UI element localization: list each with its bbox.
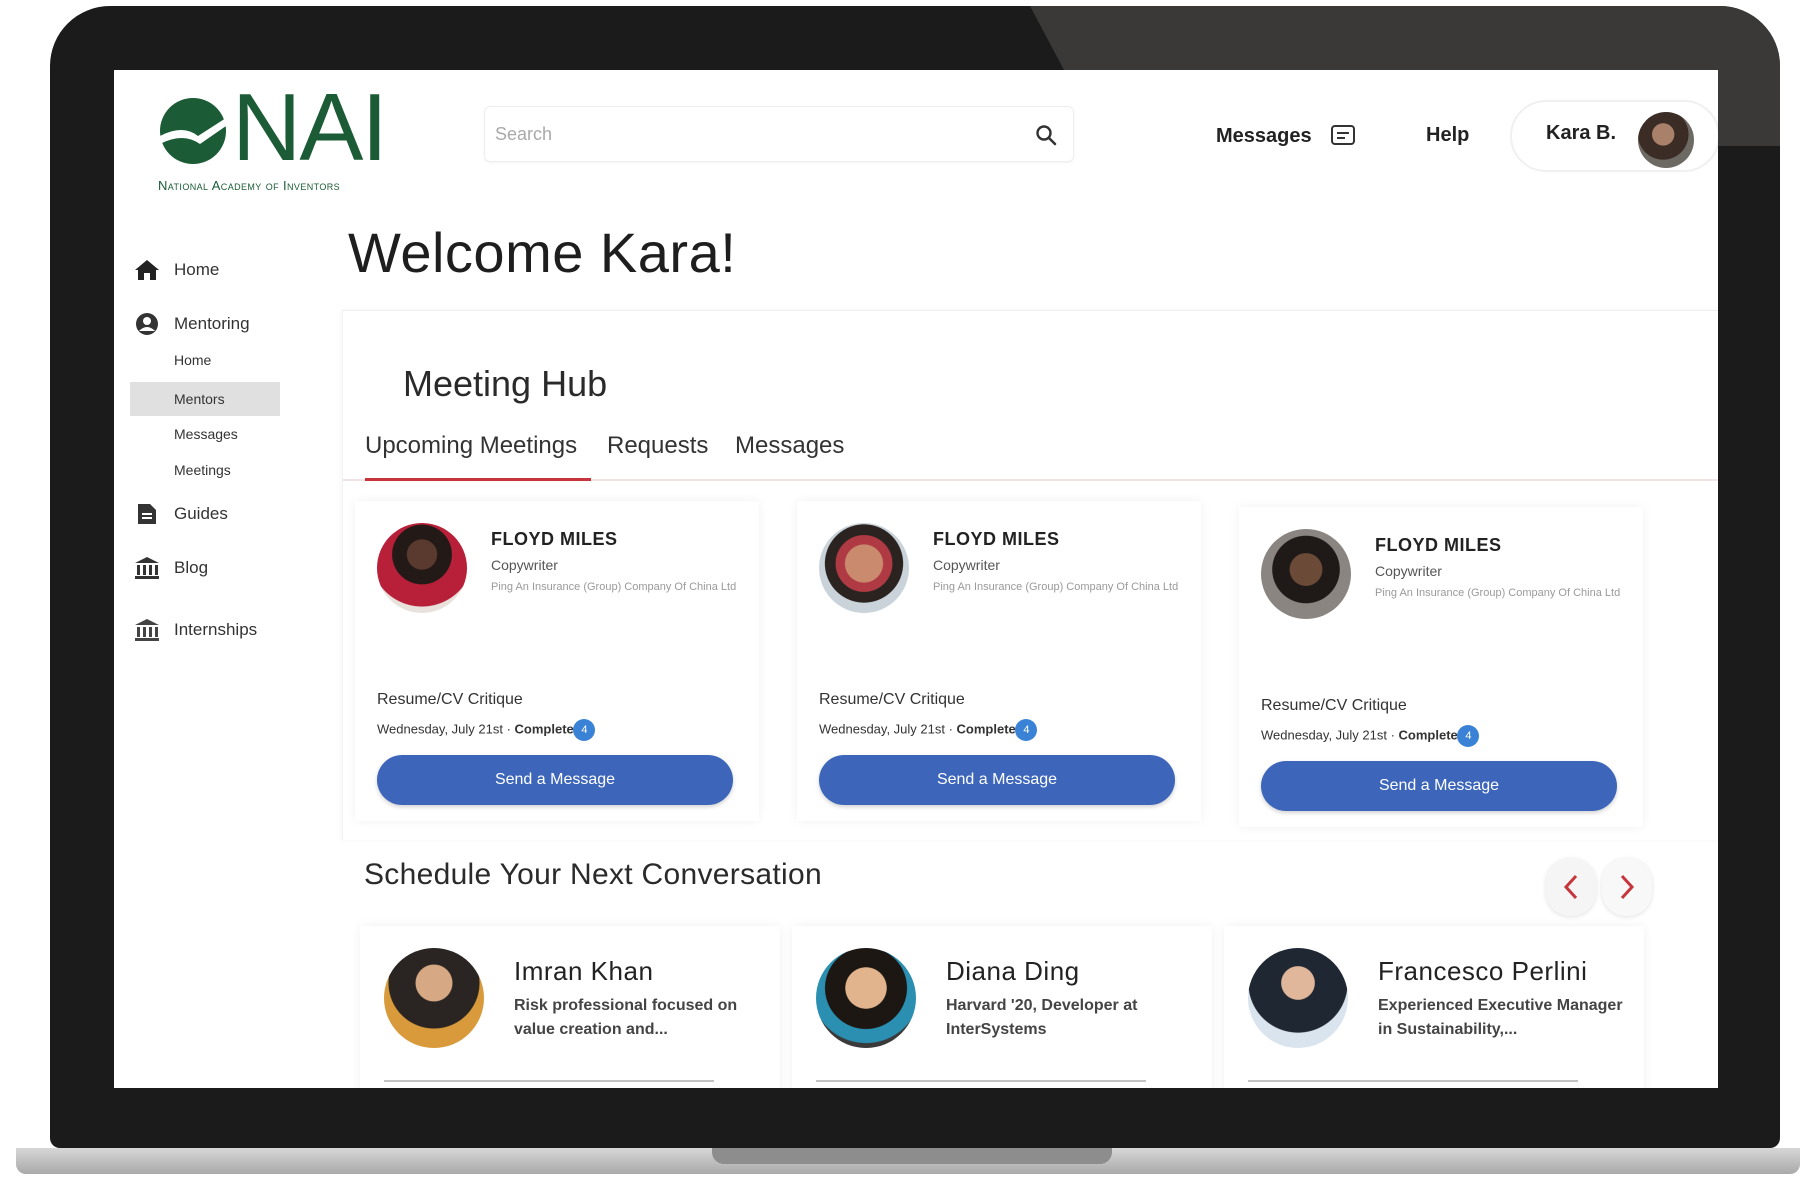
meeting-topic: Resume/CV Critique — [377, 691, 523, 708]
home-icon — [135, 260, 159, 280]
tab-upcoming-meetings[interactable]: Upcoming Meetings — [365, 429, 591, 481]
carousel-prev-button[interactable] — [1546, 858, 1596, 916]
meeting-status: Complete — [956, 721, 1016, 737]
search-icon[interactable] — [1035, 124, 1057, 146]
logo-text: NAI — [232, 74, 388, 181]
meeting-date: Wednesday, July 21st — [1261, 727, 1387, 743]
meeting-date-status: Wednesday, July 21st · Complete 4 — [377, 719, 596, 741]
mentor-suggestion-card[interactable]: Francesco Perlini Experienced Executive … — [1224, 926, 1644, 1088]
hub-title: Meeting Hub — [403, 363, 608, 404]
avatar — [384, 948, 484, 1048]
avatar — [1638, 112, 1694, 168]
mentor-name: FLOYD MILES — [491, 529, 618, 549]
mentor-bio: Risk professional focused on value creat… — [514, 997, 738, 1038]
nav-messages-label: Messages — [1216, 124, 1312, 147]
meeting-card: FLOYD MILES Copywriter Ping An Insurance… — [1239, 507, 1643, 827]
mentor-bio: Experienced Executive Manager in Sustain… — [1378, 997, 1623, 1038]
sidebar-item-mentoring[interactable]: Mentoring — [134, 312, 250, 336]
meeting-status: Complete — [1398, 727, 1458, 743]
sidebar-item-guides[interactable]: Guides — [134, 502, 228, 526]
mentor-name: FLOYD MILES — [933, 529, 1060, 549]
sidebar-item-label: Mentoring — [174, 314, 250, 333]
user-circle-icon — [136, 313, 158, 335]
sidebar-item-label: Internships — [174, 620, 258, 639]
schedule-section-title: Schedule Your Next Conversation — [364, 858, 822, 891]
tab-requests[interactable]: Requests — [607, 429, 708, 481]
mentor-name: Francesco Perlini — [1378, 956, 1588, 986]
mentor-name: Diana Ding — [946, 956, 1080, 986]
user-menu[interactable]: Kara B. — [1510, 100, 1718, 172]
avatar — [819, 523, 909, 613]
meeting-status: Complete — [514, 721, 574, 737]
institution-icon — [135, 619, 159, 641]
sidebar-item-label: Blog — [174, 558, 209, 577]
document-icon — [138, 504, 156, 524]
user-name: Kara B. — [1546, 122, 1617, 144]
sidebar-subitem-mentors[interactable]: Mentors — [130, 382, 280, 416]
message-icon — [1330, 125, 1355, 145]
avatar — [1248, 948, 1348, 1048]
sidebar-item-label: Guides — [174, 504, 228, 523]
meeting-topic: Resume/CV Critique — [1261, 697, 1407, 714]
avatar — [816, 948, 916, 1048]
mentor-org: Ping An Insurance (Group) Company Of Chi… — [933, 581, 1179, 593]
mentor-name: FLOYD MILES — [1375, 535, 1502, 555]
nav-messages-link[interactable]: Messages — [1216, 124, 1356, 148]
sidebar-item-internships[interactable]: Internships — [134, 618, 257, 642]
mentor-suggestion-card[interactable]: Diana Ding Harvard '20, Developer at Int… — [792, 926, 1212, 1088]
sidebar-subitem-meetings[interactable]: Meetings — [174, 462, 231, 478]
mentor-bio: Harvard '20, Developer at InterSystems — [946, 997, 1138, 1038]
sidebar-subitem-messages[interactable]: Messages — [174, 426, 238, 442]
meeting-card: FLOYD MILES Copywriter Ping An Insurance… — [355, 501, 759, 821]
logo-subtitle: National Academy of Inventors — [158, 178, 341, 193]
mentor-role: Copywriter — [491, 557, 558, 573]
meeting-date-status: Wednesday, July 21st · Complete 4 — [1261, 725, 1480, 747]
laptop-notch — [712, 1148, 1112, 1164]
status-badge: 4 — [573, 719, 596, 741]
chevron-right-icon — [1620, 874, 1635, 900]
avatar — [1261, 529, 1351, 619]
hub-tabs: Upcoming Meetings Requests Messages — [343, 429, 1718, 481]
sidebar-subitem-home[interactable]: Home — [174, 352, 211, 368]
send-message-button[interactable]: Send a Message — [1261, 761, 1617, 811]
mentor-role: Copywriter — [1375, 563, 1442, 579]
send-message-button[interactable]: Send a Message — [377, 755, 733, 805]
status-badge: 4 — [1015, 719, 1038, 741]
page-title: Welcome Kara! — [348, 221, 737, 284]
meeting-topic: Resume/CV Critique — [819, 691, 965, 708]
cut-off-detail — [1248, 1080, 1578, 1088]
sidebar-item-blog[interactable]: Blog — [134, 556, 208, 580]
mentor-role: Copywriter — [933, 557, 1000, 573]
status-badge: 4 — [1457, 725, 1480, 747]
tab-messages[interactable]: Messages — [735, 429, 844, 481]
meeting-hub-panel: Meeting Hub Upcoming Meetings Requests M… — [342, 310, 1718, 840]
nai-logo[interactable]: NAI National Academy of Inventors — [158, 80, 398, 194]
mentor-name: Imran Khan — [514, 956, 654, 986]
meeting-date: Wednesday, July 21st — [377, 721, 503, 737]
meeting-date: Wednesday, July 21st — [819, 721, 945, 737]
meeting-date-status: Wednesday, July 21st · Complete 4 — [819, 719, 1038, 741]
institution-icon — [135, 557, 159, 579]
mentor-org: Ping An Insurance (Group) Company Of Chi… — [491, 581, 737, 593]
nav-help-link[interactable]: Help — [1426, 124, 1469, 147]
avatar — [377, 523, 467, 613]
chevron-left-icon — [1563, 874, 1578, 900]
mentor-suggestion-card[interactable]: Imran Khan Risk professional focused on … — [360, 926, 780, 1088]
sidebar-item-label: Home — [174, 260, 220, 279]
carousel-next-button[interactable] — [1602, 858, 1652, 916]
sidebar-item-home[interactable]: Home — [134, 258, 219, 282]
search-box — [484, 106, 1074, 162]
cut-off-detail — [816, 1080, 1146, 1088]
logo-mark-icon — [160, 98, 226, 164]
meeting-card: FLOYD MILES Copywriter Ping An Insurance… — [797, 501, 1201, 821]
cut-off-detail — [384, 1080, 714, 1088]
app-screen: NAI National Academy of Inventors Messag… — [114, 70, 1718, 1088]
send-message-button[interactable]: Send a Message — [819, 755, 1175, 805]
mentor-org: Ping An Insurance (Group) Company Of Chi… — [1375, 587, 1621, 599]
search-input[interactable] — [495, 119, 1015, 149]
